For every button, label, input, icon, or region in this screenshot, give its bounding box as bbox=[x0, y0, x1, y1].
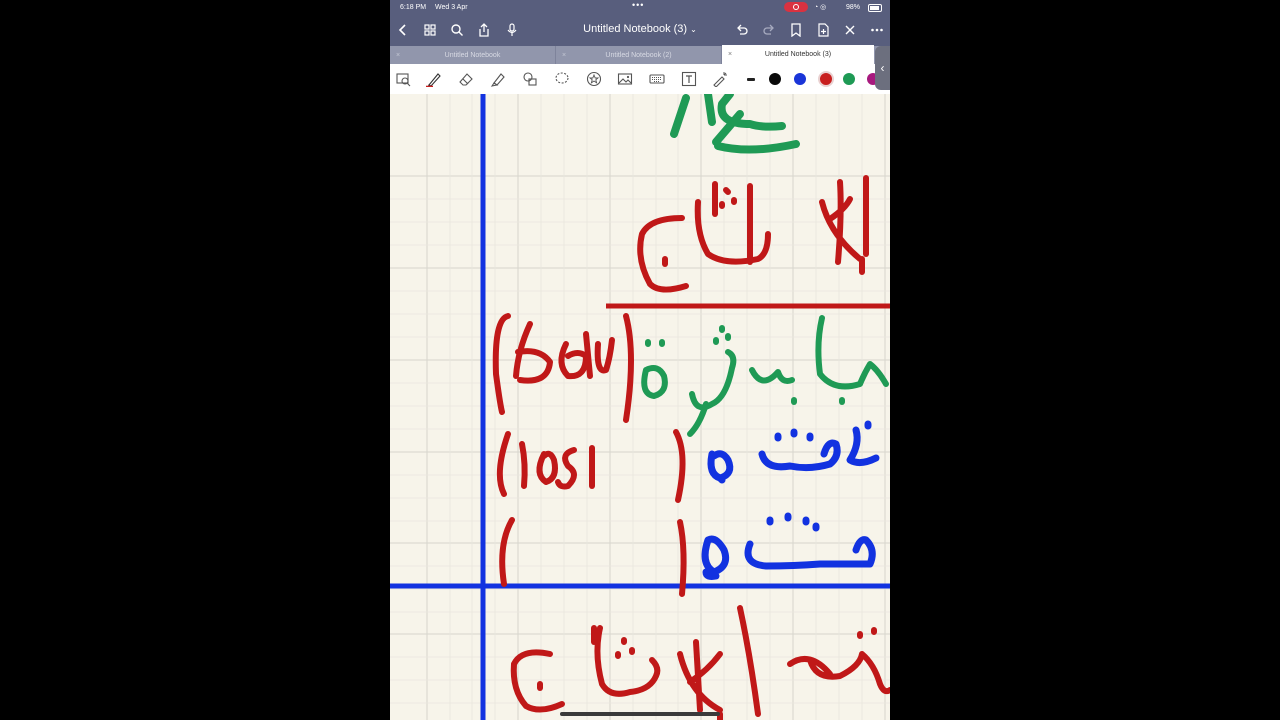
microphone-icon[interactable] bbox=[502, 20, 522, 40]
tab-close-icon[interactable]: × bbox=[396, 52, 400, 59]
tab-close-icon[interactable]: × bbox=[728, 51, 732, 58]
blue-grid-lines bbox=[390, 94, 890, 720]
green-strokes-table bbox=[641, 315, 889, 437]
chevron-down-icon: ⌄ bbox=[690, 25, 697, 34]
page-grid bbox=[390, 94, 890, 720]
add-page-icon[interactable] bbox=[813, 20, 833, 40]
screen-recording-icon bbox=[784, 2, 808, 12]
wifi-icon: ◔ ◎ bbox=[814, 4, 827, 11]
text-icon[interactable] bbox=[679, 69, 699, 89]
lasso-icon[interactable] bbox=[552, 69, 572, 89]
color-swatch-black[interactable] bbox=[769, 73, 781, 85]
collapse-toolbar-tab[interactable]: ‹ bbox=[875, 46, 890, 90]
ipad-screen: 6:18 PM Wed 3 Apr ••• ◔ ◎ 98% Untitled N… bbox=[390, 0, 890, 720]
lasso-view-icon[interactable] bbox=[393, 69, 413, 89]
tab-untitled-notebook-3[interactable]: × Untitled Notebook (3) bbox=[722, 45, 874, 64]
color-swatch-red-selected[interactable] bbox=[818, 71, 834, 87]
pen-icon[interactable] bbox=[424, 69, 444, 89]
status-bar: 6:18 PM Wed 3 Apr ••• ◔ ◎ 98% bbox=[390, 0, 890, 14]
keyboard-icon[interactable] bbox=[647, 69, 667, 89]
close-icon[interactable] bbox=[840, 20, 860, 40]
battery-percent: 98% bbox=[846, 3, 861, 11]
status-date: Wed 3 Apr bbox=[435, 3, 468, 11]
back-icon[interactable] bbox=[393, 20, 413, 40]
tab-untitled-notebook[interactable]: × Untitled Notebook bbox=[390, 46, 556, 64]
undo-icon[interactable] bbox=[732, 20, 752, 40]
status-time: 6:18 PM bbox=[400, 3, 427, 11]
redo-icon[interactable] bbox=[759, 20, 779, 40]
sticker-icon[interactable] bbox=[584, 69, 604, 89]
highlighter-icon[interactable] bbox=[488, 69, 508, 89]
eraser-icon[interactable] bbox=[456, 69, 476, 89]
search-icon[interactable] bbox=[447, 20, 467, 40]
chevron-left-icon: ‹ bbox=[880, 61, 885, 75]
color-swatch-blue[interactable] bbox=[794, 73, 806, 85]
battery-icon bbox=[868, 4, 882, 12]
tool-bar bbox=[390, 64, 890, 95]
image-icon[interactable] bbox=[615, 69, 635, 89]
tab-close-icon[interactable]: × bbox=[562, 52, 566, 59]
multitasking-dots-icon[interactable]: ••• bbox=[632, 0, 644, 10]
red-strokes-table bbox=[492, 313, 687, 597]
bookmark-icon[interactable] bbox=[786, 20, 806, 40]
tab-label: Untitled Notebook (3) bbox=[764, 51, 832, 58]
handwriting-canvas bbox=[390, 94, 890, 720]
more-icon[interactable] bbox=[867, 20, 887, 40]
red-strokes-heading bbox=[637, 175, 869, 293]
laser-pointer-icon[interactable] bbox=[710, 69, 730, 89]
tab-label: Untitled Notebook (2) bbox=[605, 51, 672, 59]
tab-untitled-notebook-2[interactable]: × Untitled Notebook (2) bbox=[556, 46, 722, 64]
notebook-title: Untitled Notebook (3) bbox=[583, 23, 688, 35]
tab-bar: × Untitled Notebook × Untitled Notebook … bbox=[390, 45, 890, 64]
navigation-bar: Untitled Notebook (3) ⌄ bbox=[390, 14, 890, 46]
home-indicator[interactable] bbox=[560, 712, 720, 716]
notebook-page[interactable] bbox=[390, 94, 890, 720]
green-strokes-top bbox=[670, 94, 800, 154]
grid-view-icon[interactable] bbox=[420, 20, 440, 40]
tab-label: Untitled Notebook bbox=[444, 51, 501, 59]
stroke-width-icon[interactable] bbox=[747, 78, 755, 81]
share-icon[interactable] bbox=[474, 20, 494, 40]
blue-strokes-table bbox=[701, 420, 880, 580]
shapes-icon[interactable] bbox=[520, 69, 540, 89]
color-swatch-green[interactable] bbox=[843, 73, 855, 85]
notebook-title-dropdown[interactable]: Untitled Notebook (3) ⌄ bbox=[570, 23, 710, 35]
